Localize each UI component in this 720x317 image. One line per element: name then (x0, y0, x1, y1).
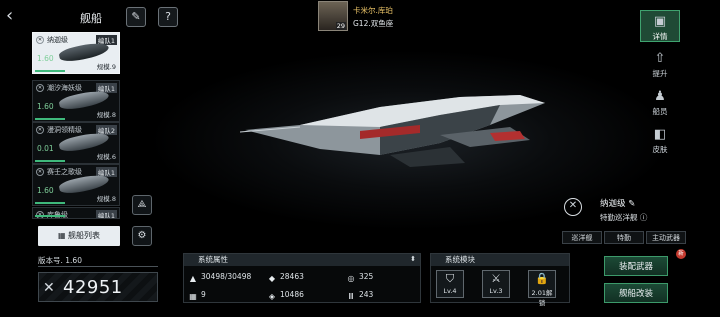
ship-card-scale: 规模.8 (96, 111, 116, 119)
ship-type-icon: ✕ (36, 84, 44, 92)
attr-hull: ▲ 30498/30498 (188, 272, 251, 284)
module-slot-2[interactable]: ⚔ Lv.3 (482, 270, 510, 298)
tab-crew[interactable]: ♟ 船员 (640, 86, 680, 118)
ship-card-name: 纳迦级 (47, 36, 68, 44)
ship-subtitle: 特勤巡洋舰 ⓘ (600, 212, 647, 223)
ship-card-speed: 1.60 (37, 54, 54, 63)
module-slot-1[interactable]: ⛉ Lv.4 (436, 270, 464, 298)
ship-card[interactable]: ✕ 纳迦级 编队1 1.60 规模.9 (32, 32, 120, 74)
info-icon[interactable]: ⓘ (640, 213, 648, 222)
ship-card[interactable]: ✕ 潮汐海妖级 编队1 1.60 规模.8 (32, 80, 120, 122)
tab-label: 详情 (652, 32, 668, 41)
attr-cargo-value: 243 (359, 290, 374, 299)
attr-energy: ◈ 10486 (267, 290, 304, 302)
attr-energy-value: 10486 (280, 290, 304, 299)
attr-speed: ◎ 325 (346, 272, 374, 284)
ship-card[interactable]: ✕库鲁级编队1 (32, 207, 120, 219)
back-button[interactable]: ‹ (6, 7, 26, 26)
ship-class-name-text: 纳迦级 (600, 199, 626, 209)
commander-avatar[interactable]: 29 (318, 1, 348, 31)
cargo-icon: Ⅲ (348, 292, 354, 301)
tab-label: 皮肤 (652, 145, 668, 154)
tab-skin[interactable]: ◧ 皮肤 (640, 124, 680, 156)
attr-armor: ◆ 28463 (267, 272, 304, 284)
system-modules-title: 系统模块 (431, 254, 569, 266)
commander-constellation: G12.双鱼座 (353, 19, 394, 28)
lock-icon: 🔒 (535, 272, 549, 285)
hull-icon: ▲ (189, 274, 197, 283)
sort-button[interactable]: ⚙ (132, 226, 152, 246)
help-button[interactable]: ? (158, 7, 178, 27)
ship-card-bar (35, 215, 65, 217)
expand-icon[interactable]: ⬍ (410, 255, 416, 263)
page-title: 舰船 (80, 12, 102, 25)
ship-type-icon: ✕ (36, 126, 44, 134)
ship-list-button[interactable]: ▦ 舰船列表 (38, 226, 120, 246)
attr-speed-value: 325 (359, 272, 374, 281)
skin-icon: ◧ (653, 127, 667, 142)
ship-card-speed: 0.01 (37, 144, 54, 153)
swords-icon: ✕ (43, 280, 55, 296)
ship-list-label: 舰船列表 (68, 231, 101, 240)
module-3-unlock: 2.01解锁 (531, 289, 553, 307)
ship-card-bar (35, 70, 65, 72)
wrench-icon[interactable]: ✎ (126, 7, 146, 27)
tab-upgrade[interactable]: ⇧ 提升 (640, 48, 680, 80)
version-label: 版本号. 1.60 (38, 255, 158, 267)
ship-card-speed: 1.60 (37, 186, 54, 195)
tag-active-weapon: 主动武器 (646, 231, 686, 244)
new-badge: 新 (676, 249, 686, 259)
ship-card-bar (35, 118, 65, 120)
ship-card-name: 漫洞领精级 (47, 126, 82, 134)
ship-class-icon: ✕ (564, 198, 582, 216)
system-attributes-title: 系统属性 (184, 254, 420, 266)
ship-type-icon: ✕ (36, 36, 44, 44)
edit-icon[interactable]: ✎ (628, 199, 635, 209)
commander-rank: 29 (335, 22, 346, 30)
ship-card-bar (35, 202, 65, 204)
ship-model (240, 95, 545, 167)
attr-grid: ▦ 9 (188, 290, 206, 302)
help-label: ? (165, 10, 171, 23)
energy-icon: ◈ (268, 292, 276, 301)
ship-card-name: 潮汐海妖级 (47, 84, 82, 92)
ship-class-name: 纳迦级 ✎ (600, 197, 635, 209)
tab-label: 船员 (652, 107, 668, 116)
shield-module-icon: ⛉ (445, 272, 455, 285)
detail-icon: ▣ (653, 14, 667, 29)
ship-card-name: 赛壬之歌级 (47, 168, 82, 176)
fleet-filter-button[interactable]: ⟁ (132, 195, 152, 215)
attr-grid-value: 9 (201, 290, 206, 299)
ship-card-scale: 规模.9 (96, 63, 116, 71)
ship-card-scale: 规模.8 (96, 195, 116, 203)
grid-icon: ▦ (189, 292, 197, 301)
ship-card[interactable]: ✕ 赛壬之歌级 编队1 1.60 规模.8 (32, 164, 120, 206)
upgrade-icon: ⇧ (654, 51, 666, 66)
module-2-level: Lv.3 (489, 287, 503, 295)
crew-icon: ♟ (654, 89, 666, 104)
tab-detail[interactable]: ▣ 详情 (640, 10, 680, 42)
weapon-module-icon: ⚔ (491, 272, 501, 285)
tag-cruiser: 巡洋舰 (562, 231, 602, 244)
armor-icon: ◆ (268, 274, 276, 283)
ship-type-icon: ✕ (36, 168, 44, 176)
ship-card-speed: 1.60 (37, 102, 54, 111)
attr-hull-value: 30498/30498 (201, 272, 252, 281)
combat-power-panel: ✕ 42951 (38, 272, 158, 302)
ship-card-bar (35, 160, 65, 162)
commander-name: 卡米尔.库珀 (353, 6, 393, 15)
module-1-level: Lv.4 (443, 287, 457, 295)
equip-weapon-button[interactable]: 装配武器 (604, 256, 668, 276)
tag-special: 特勤 (604, 231, 644, 244)
module-slot-3[interactable]: 🔒 2.01解锁 (528, 270, 556, 307)
attr-cargo: Ⅲ 243 (346, 290, 373, 302)
attr-armor-value: 28463 (280, 272, 304, 281)
combat-power-value: 42951 (63, 277, 123, 298)
ship-card[interactable]: ✕ 漫洞领精级 编队2 0.01 规模.6 (32, 122, 120, 164)
ship-modify-button[interactable]: 舰船改装 (604, 283, 668, 303)
ship-card-scale: 规模.6 (96, 153, 116, 161)
ship-subtitle-text: 特勤巡洋舰 (600, 213, 638, 222)
speed-icon: ◎ (347, 274, 355, 283)
tab-label: 提升 (652, 69, 668, 78)
